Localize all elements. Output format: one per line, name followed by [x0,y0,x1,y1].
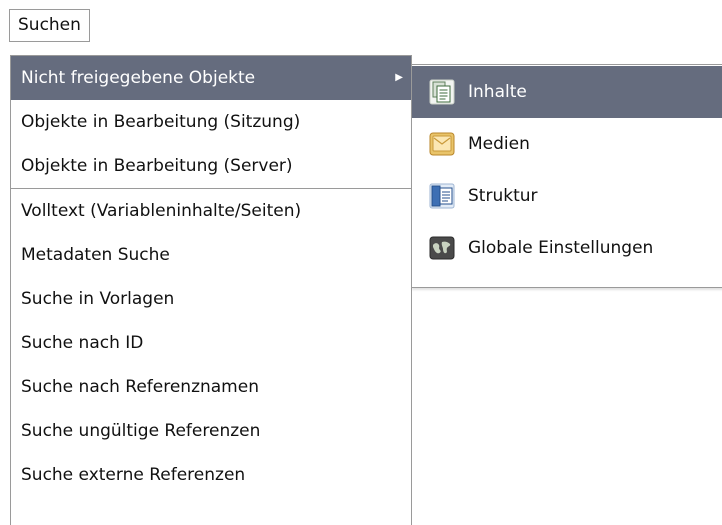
menu-item-label: Suche ungültige Referenzen [21,421,261,441]
menu-item-fulltext[interactable]: Volltext (Variableninhalte/Seiten) [11,189,411,233]
submenu-item-global-settings[interactable]: Globale Einstellungen [412,222,722,274]
search-menu-button[interactable]: Suchen [9,9,90,42]
media-store-icon [429,132,455,156]
content-store-icon [429,79,455,105]
submenu-item-label: Inhalte [468,82,527,102]
menu-item-label: Metadaten Suche [21,245,170,265]
submenu-item-structure[interactable]: Struktur [412,170,722,222]
search-dropdown-menu: Nicht freigegebene Objekte ▶ Objekte in … [10,55,412,525]
structure-store-icon [429,183,455,209]
menu-item-unreleased-objects[interactable]: Nicht freigegebene Objekte ▶ [11,56,411,100]
submenu-item-label: Struktur [468,186,538,206]
menu-item-label: Volltext (Variableninhalte/Seiten) [21,201,302,221]
submenu-arrow-icon: ▶ [395,72,403,83]
submenu-item-label: Globale Einstellungen [468,238,654,258]
submenu-item-media[interactable]: Medien [412,118,722,170]
menu-item-label: Objekte in Bearbeitung (Server) [21,156,293,176]
menu-item-search-templates[interactable]: Suche in Vorlagen [11,277,411,321]
submenu-item-label: Medien [468,134,530,154]
menu-item-label: Objekte in Bearbeitung (Sitzung) [21,112,301,132]
menu-item-label: Suche in Vorlagen [21,289,175,309]
menu-item-search-external-references[interactable]: Suche externe Referenzen [11,453,411,497]
menu-item-search-reference-names[interactable]: Suche nach Referenznamen [11,365,411,409]
menu-item-objects-in-edit-server[interactable]: Objekte in Bearbeitung (Server) [11,144,411,188]
menu-item-search-by-id[interactable]: Suche nach ID [11,321,411,365]
menu-item-label: Suche nach Referenznamen [21,377,259,397]
search-menu-label: Suchen [18,15,81,35]
menu-item-label: Suche nach ID [21,333,144,353]
menu-item-metadata-search[interactable]: Metadaten Suche [11,233,411,277]
menu-item-search-invalid-references[interactable]: Suche ungültige Referenzen [11,409,411,453]
global-settings-icon [429,236,455,260]
menu-item-label: Nicht freigegebene Objekte [21,68,256,88]
menu-item-objects-in-edit-session[interactable]: Objekte in Bearbeitung (Sitzung) [11,100,411,144]
unreleased-objects-submenu: Inhalte Medien Struktur Globale Einstell… [411,64,722,288]
submenu-item-content[interactable]: Inhalte [412,66,722,118]
menu-item-label: Suche externe Referenzen [21,465,246,485]
